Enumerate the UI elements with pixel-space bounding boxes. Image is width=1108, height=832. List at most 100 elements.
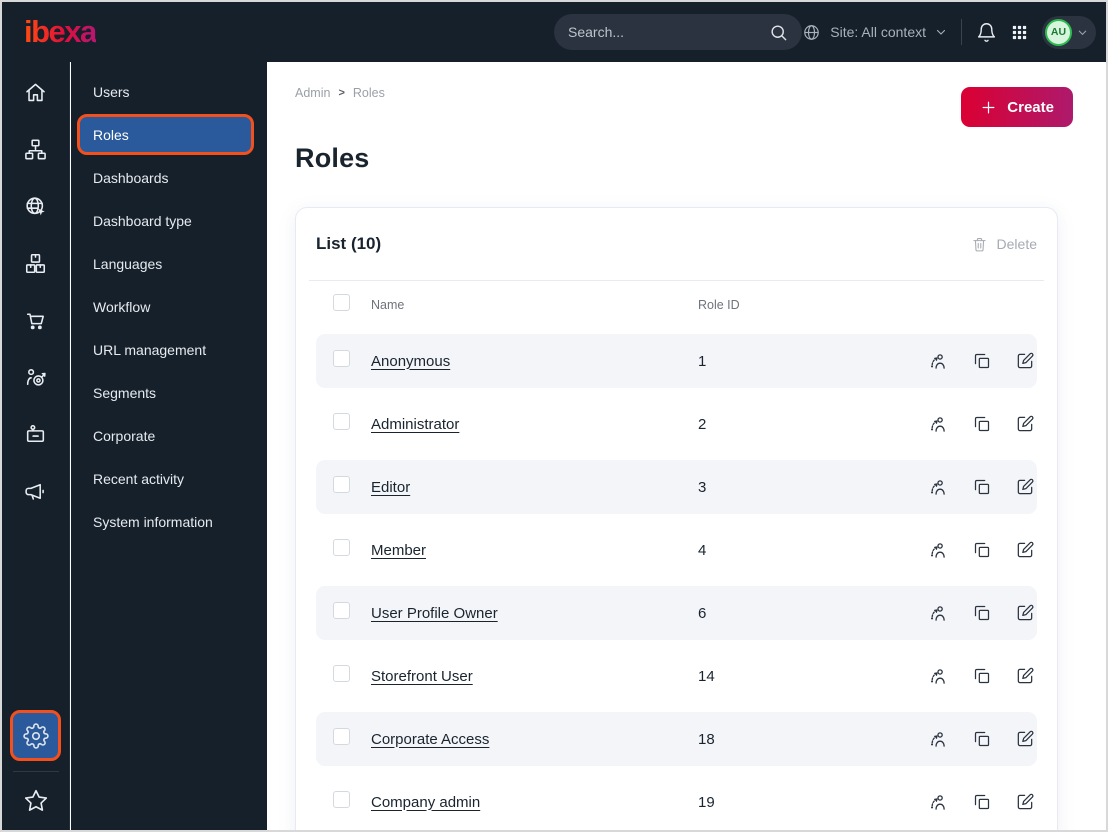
edit-role-button[interactable] [1015, 414, 1035, 434]
sidebar-item-dashboard-type[interactable]: Dashboard type [71, 199, 267, 242]
table-row: Corporate Access 18 [316, 712, 1037, 766]
app-switcher-button[interactable] [1011, 24, 1028, 41]
role-name-link[interactable]: Anonymous [371, 353, 450, 370]
select-all-checkbox[interactable] [333, 294, 350, 311]
rail-item-products[interactable] [2, 235, 70, 292]
table-row: Editor 3 [316, 460, 1037, 514]
assign-icon [930, 605, 945, 621]
row-actions [928, 414, 1037, 435]
rail-item-corporate[interactable] [2, 406, 70, 463]
role-name-link[interactable]: Editor [371, 479, 410, 496]
sidebar-item-users[interactable]: Users [71, 70, 267, 113]
copy-icon [974, 605, 990, 621]
copy-role-button[interactable] [972, 540, 992, 560]
sidebar-item-corporate[interactable]: Corporate [71, 414, 267, 457]
assign-icon [930, 479, 945, 495]
table-row: Anonymous 1 [316, 334, 1037, 388]
row-actions [928, 477, 1037, 498]
copy-role-button[interactable] [972, 792, 992, 812]
edit-icon [1017, 352, 1034, 369]
sidebar-item-url-management[interactable]: URL management [71, 328, 267, 371]
row-checkbox[interactable] [333, 602, 350, 619]
rail-item-content[interactable] [2, 121, 70, 178]
sidebar-item-label: System information [93, 513, 213, 530]
edit-role-button[interactable] [1015, 603, 1035, 623]
assign-to-users-button[interactable] [928, 666, 949, 687]
create-button[interactable]: Create [961, 87, 1073, 127]
edit-role-button[interactable] [1015, 792, 1035, 812]
assign-to-users-button[interactable] [928, 603, 949, 624]
row-checkbox[interactable] [333, 539, 350, 556]
copy-icon [974, 794, 990, 810]
global-search[interactable] [554, 14, 802, 50]
role-name-link[interactable]: Corporate Access [371, 731, 489, 748]
assign-to-users-button[interactable] [928, 729, 949, 750]
assign-to-users-button[interactable] [928, 540, 949, 561]
site-context-selector[interactable]: Site: All context [802, 23, 947, 42]
assign-to-users-button[interactable] [928, 414, 949, 435]
rail-item-dashboard[interactable] [2, 64, 70, 121]
rail-item-commerce[interactable] [2, 292, 70, 349]
edit-role-button[interactable] [1015, 666, 1035, 686]
notifications-button[interactable] [976, 22, 997, 43]
sidebar-item-label: Dashboards [93, 169, 169, 186]
row-checkbox[interactable] [333, 728, 350, 745]
assign-icon [930, 353, 945, 369]
globe-cursor-icon [26, 197, 45, 216]
copy-icon [974, 353, 990, 369]
copy-role-button[interactable] [972, 666, 992, 686]
edit-role-button[interactable] [1015, 729, 1035, 749]
rail-item-admin-settings[interactable] [10, 710, 61, 761]
row-checkbox[interactable] [333, 350, 350, 367]
create-button-label: Create [1007, 98, 1054, 116]
row-actions [928, 540, 1037, 561]
assign-to-users-button[interactable] [928, 477, 949, 498]
role-name-link[interactable]: Member [371, 542, 426, 559]
copy-role-button[interactable] [972, 603, 992, 623]
delete-button[interactable]: Delete [971, 236, 1037, 253]
role-id-value: 4 [698, 541, 707, 559]
edit-role-button[interactable] [1015, 477, 1035, 497]
copy-role-button[interactable] [972, 477, 992, 497]
ibexa-logo: ibexa [24, 14, 97, 49]
breadcrumb-admin[interactable]: Admin [295, 86, 330, 100]
row-checkbox[interactable] [333, 665, 350, 682]
rail-item-site[interactable] [2, 178, 70, 235]
copy-icon [974, 542, 990, 558]
copy-role-button[interactable] [972, 351, 992, 371]
trash-icon [972, 237, 986, 251]
sidebar-item-segments[interactable]: Segments [71, 371, 267, 414]
copy-role-button[interactable] [972, 729, 992, 749]
role-name-link[interactable]: Company admin [371, 794, 480, 811]
rail-item-bookmarks[interactable] [2, 778, 70, 824]
edit-role-button[interactable] [1015, 351, 1035, 371]
sidebar-item-system-information[interactable]: System information [71, 500, 267, 543]
role-name-link[interactable]: Storefront User [371, 668, 473, 685]
search-input[interactable] [568, 24, 769, 40]
delete-button-label: Delete [996, 236, 1037, 252]
sidebar-item-roles[interactable]: Roles [77, 114, 254, 155]
assign-to-users-button[interactable] [928, 351, 949, 372]
role-name-link[interactable]: User Profile Owner [371, 605, 498, 622]
topbar-divider [961, 19, 962, 45]
sidebar-item-workflow[interactable]: Workflow [71, 285, 267, 328]
role-name-link[interactable]: Administrator [371, 416, 459, 433]
chevron-down-icon [1077, 27, 1088, 38]
edit-role-button[interactable] [1015, 540, 1035, 560]
row-checkbox[interactable] [333, 476, 350, 493]
copy-icon [974, 416, 990, 432]
sidebar-item-recent-activity[interactable]: Recent activity [71, 457, 267, 500]
row-actions [928, 792, 1037, 813]
site-context-label: Site: All context [830, 24, 926, 40]
row-checkbox[interactable] [333, 791, 350, 808]
copy-role-button[interactable] [972, 414, 992, 434]
rail-item-personalization[interactable] [2, 349, 70, 406]
user-menu[interactable]: AU [1042, 15, 1096, 49]
sidebar-item-label: Users [93, 83, 130, 100]
assign-to-users-button[interactable] [928, 792, 949, 813]
sidebar-item-languages[interactable]: Languages [71, 242, 267, 285]
rail-item-promotions[interactable] [2, 463, 70, 520]
plus-icon [980, 99, 997, 116]
row-checkbox[interactable] [333, 413, 350, 430]
sidebar-item-dashboards[interactable]: Dashboards [71, 156, 267, 199]
